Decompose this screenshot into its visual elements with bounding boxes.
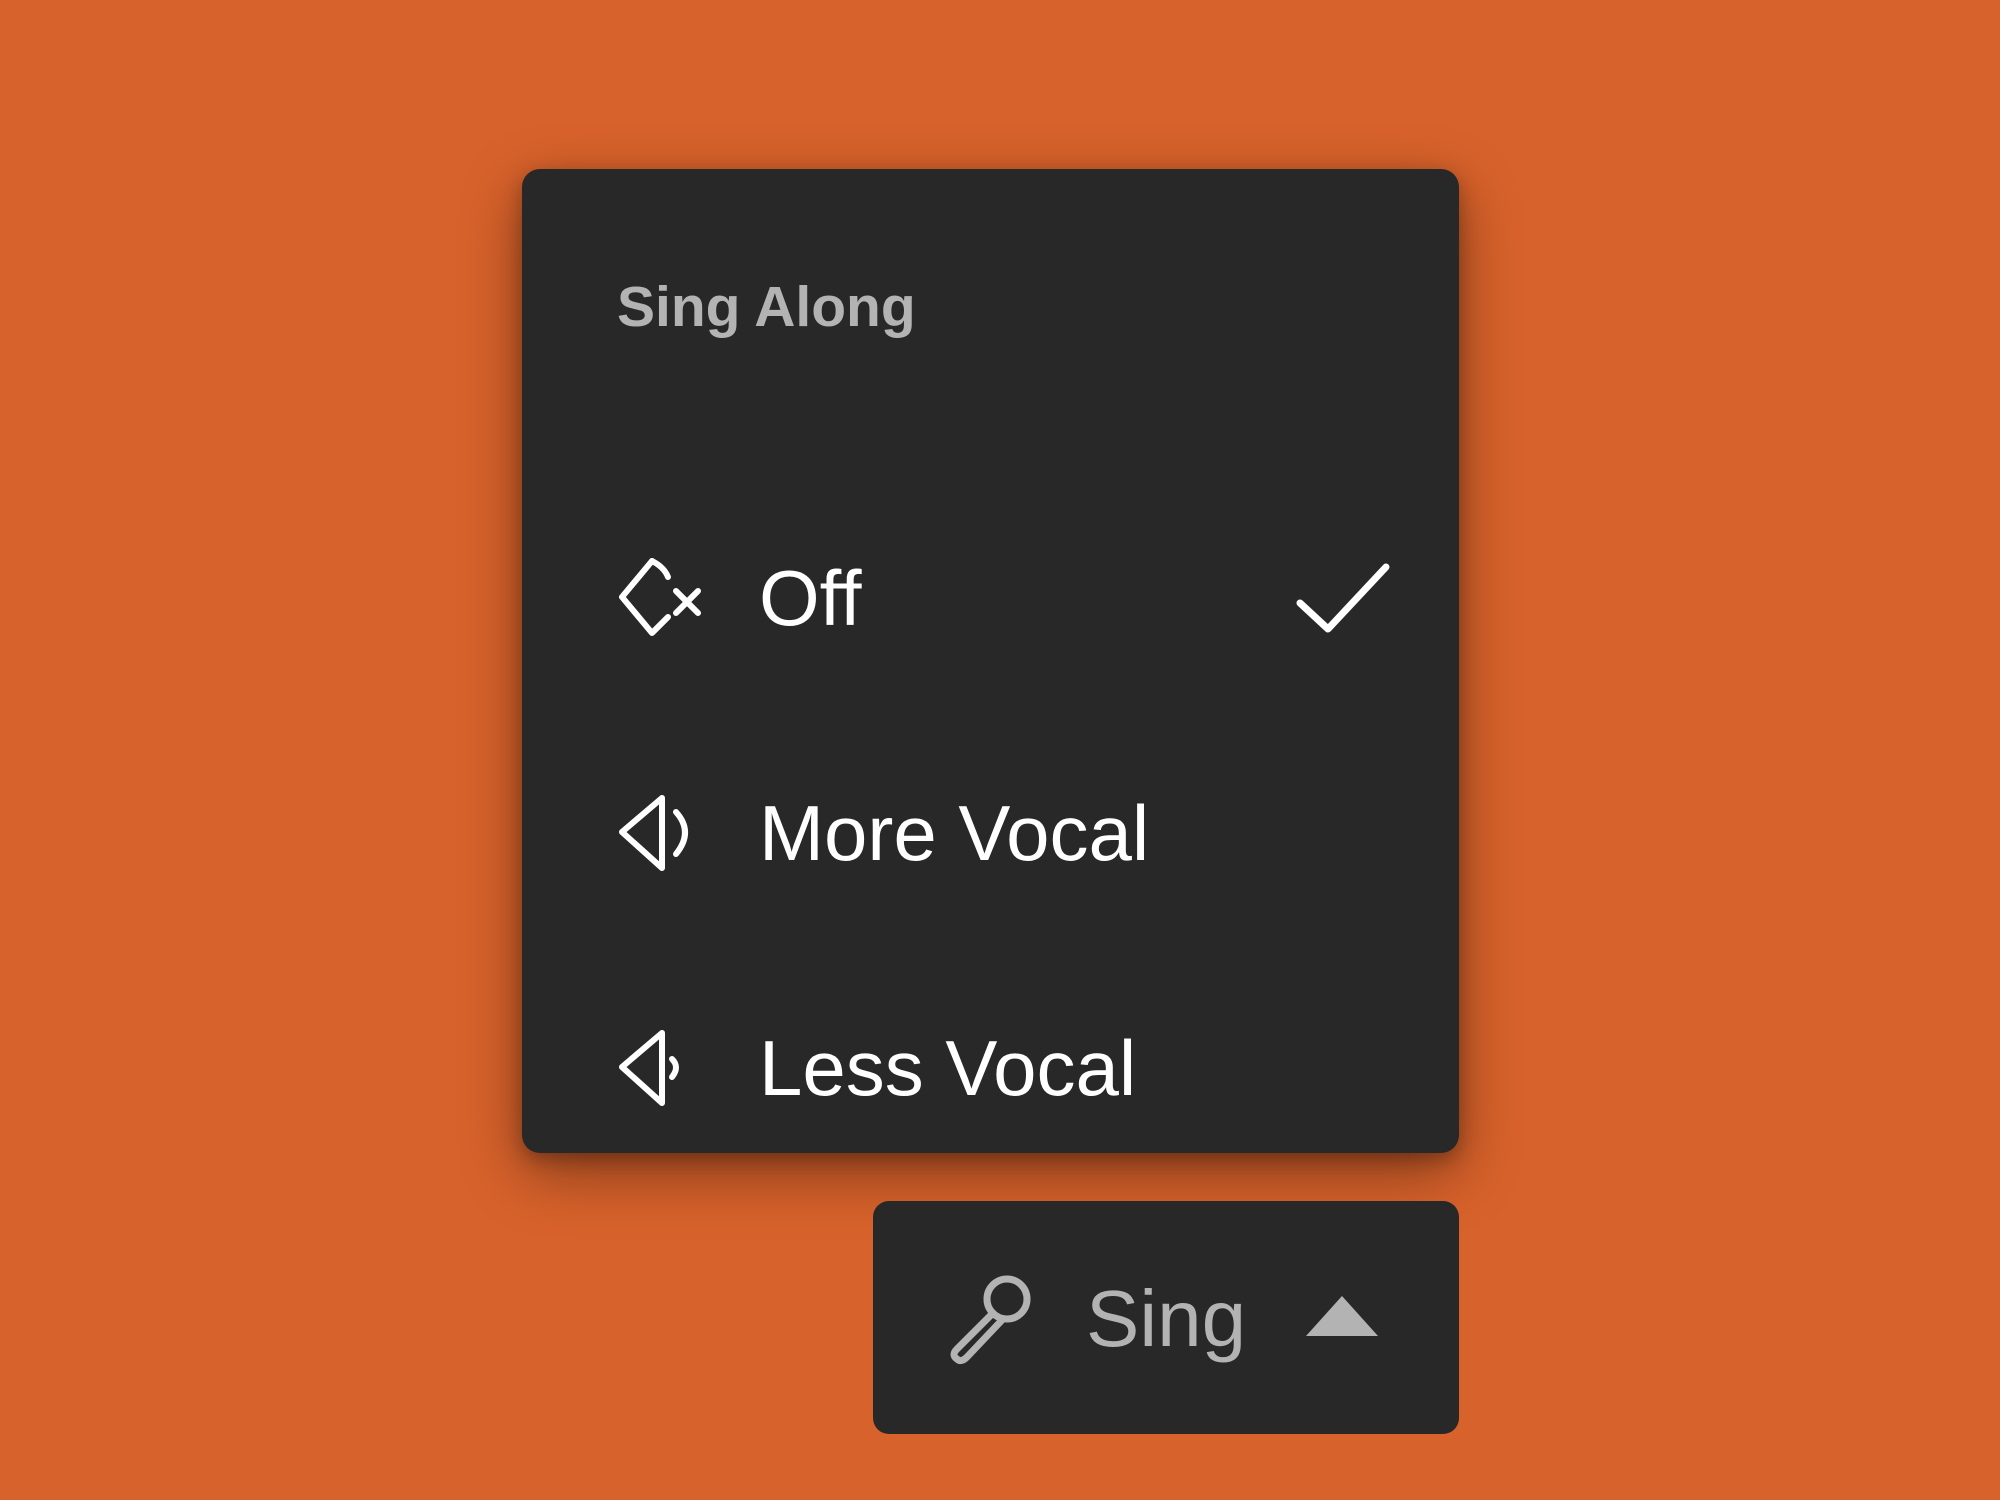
speaker-muted-icon xyxy=(619,558,701,636)
checkmark-icon xyxy=(1296,563,1390,633)
sing-button-label: Sing xyxy=(1086,1274,1247,1363)
microphone-icon xyxy=(950,1275,1031,1365)
speaker-quieter-icon xyxy=(619,1030,679,1106)
sing-button[interactable]: Sing xyxy=(873,1201,1459,1434)
menu-title: Sing Along xyxy=(617,275,916,339)
menu-item-label: Less Vocal xyxy=(759,1024,1137,1112)
sing-along-menu: Sing Along Off More Vocal Less Vocal xyxy=(522,169,1459,1153)
menu-item-less-vocal[interactable]: Less Vocal xyxy=(522,949,1459,1184)
menu-item-label: Off xyxy=(759,554,862,642)
menu-item-off[interactable]: Off xyxy=(522,479,1459,714)
speaker-louder-icon xyxy=(619,795,688,871)
menu-item-label: More Vocal xyxy=(759,789,1150,877)
menu-item-more-vocal[interactable]: More Vocal xyxy=(522,714,1459,949)
caret-up-icon xyxy=(1306,1296,1378,1336)
